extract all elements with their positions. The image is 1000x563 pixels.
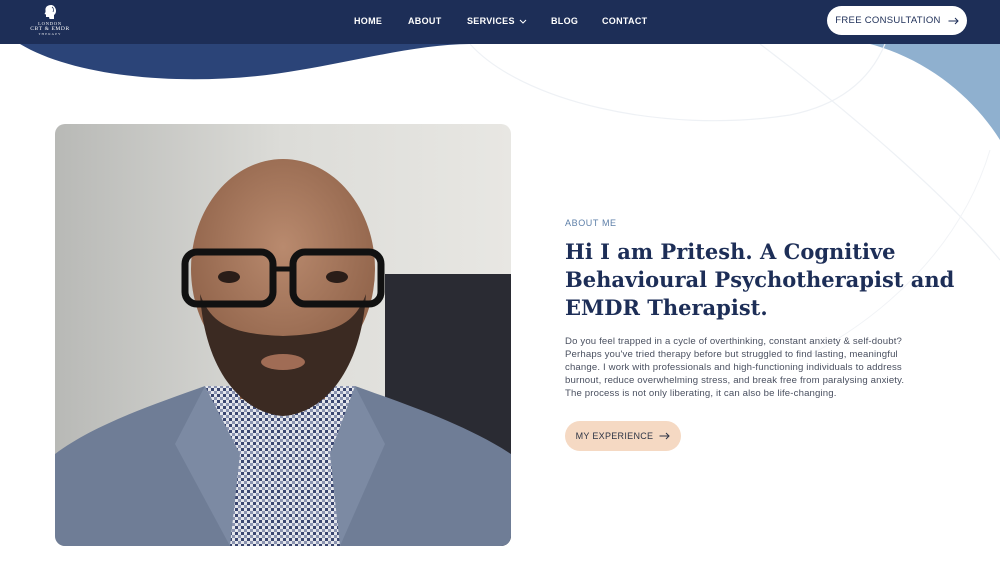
logo-text-line3: THERAPY bbox=[38, 32, 62, 36]
about-body-line: The process is not only liberating, it c… bbox=[565, 388, 837, 399]
about-heading-line: Behavioural Psychotherapist and bbox=[565, 267, 955, 292]
about-heading-line: Hi I am Pritesh. A Cognitive bbox=[565, 239, 896, 264]
arrow-right-icon bbox=[659, 432, 671, 440]
site-header: LONDON CBT & EMDR THERAPY HOME ABOUT SER… bbox=[0, 0, 1000, 44]
about-body: Do you feel trapped in a cycle of overth… bbox=[565, 335, 950, 400]
about-heading: Hi I am Pritesh. A Cognitive Behavioural… bbox=[565, 238, 965, 322]
nav-item-services-label: SERVICES bbox=[467, 16, 515, 26]
about-body-line: Perhaps you've tried therapy before but … bbox=[565, 349, 898, 360]
nav-item-contact[interactable]: CONTACT bbox=[602, 16, 647, 26]
nav-item-home[interactable]: HOME bbox=[354, 16, 382, 26]
chevron-down-icon bbox=[519, 19, 527, 24]
about-body-line: change. I work with professionals and hi… bbox=[565, 362, 902, 373]
head-profile-logo-icon bbox=[44, 5, 56, 19]
free-consultation-button[interactable]: FREE CONSULTATION bbox=[827, 6, 967, 35]
site-logo[interactable]: LONDON CBT & EMDR THERAPY bbox=[30, 4, 70, 40]
about-body-line: burnout, reduce overwhelming stress, and… bbox=[565, 375, 905, 386]
nav-item-blog[interactable]: BLOG bbox=[551, 16, 578, 26]
about-body-line: Do you feel trapped in a cycle of overth… bbox=[565, 336, 903, 347]
nav-item-about[interactable]: ABOUT bbox=[408, 16, 442, 26]
arrow-right-icon bbox=[948, 17, 959, 24]
my-experience-label: MY EXPERIENCE bbox=[575, 431, 654, 441]
about-eyebrow: ABOUT ME bbox=[565, 218, 617, 228]
free-consultation-label: FREE CONSULTATION bbox=[835, 15, 941, 26]
my-experience-button[interactable]: MY EXPERIENCE bbox=[565, 421, 681, 451]
therapist-portrait bbox=[55, 124, 511, 546]
portrait-illustration bbox=[55, 124, 511, 546]
about-heading-line: EMDR Therapist. bbox=[565, 295, 768, 320]
nav-item-services[interactable]: SERVICES bbox=[467, 16, 527, 26]
